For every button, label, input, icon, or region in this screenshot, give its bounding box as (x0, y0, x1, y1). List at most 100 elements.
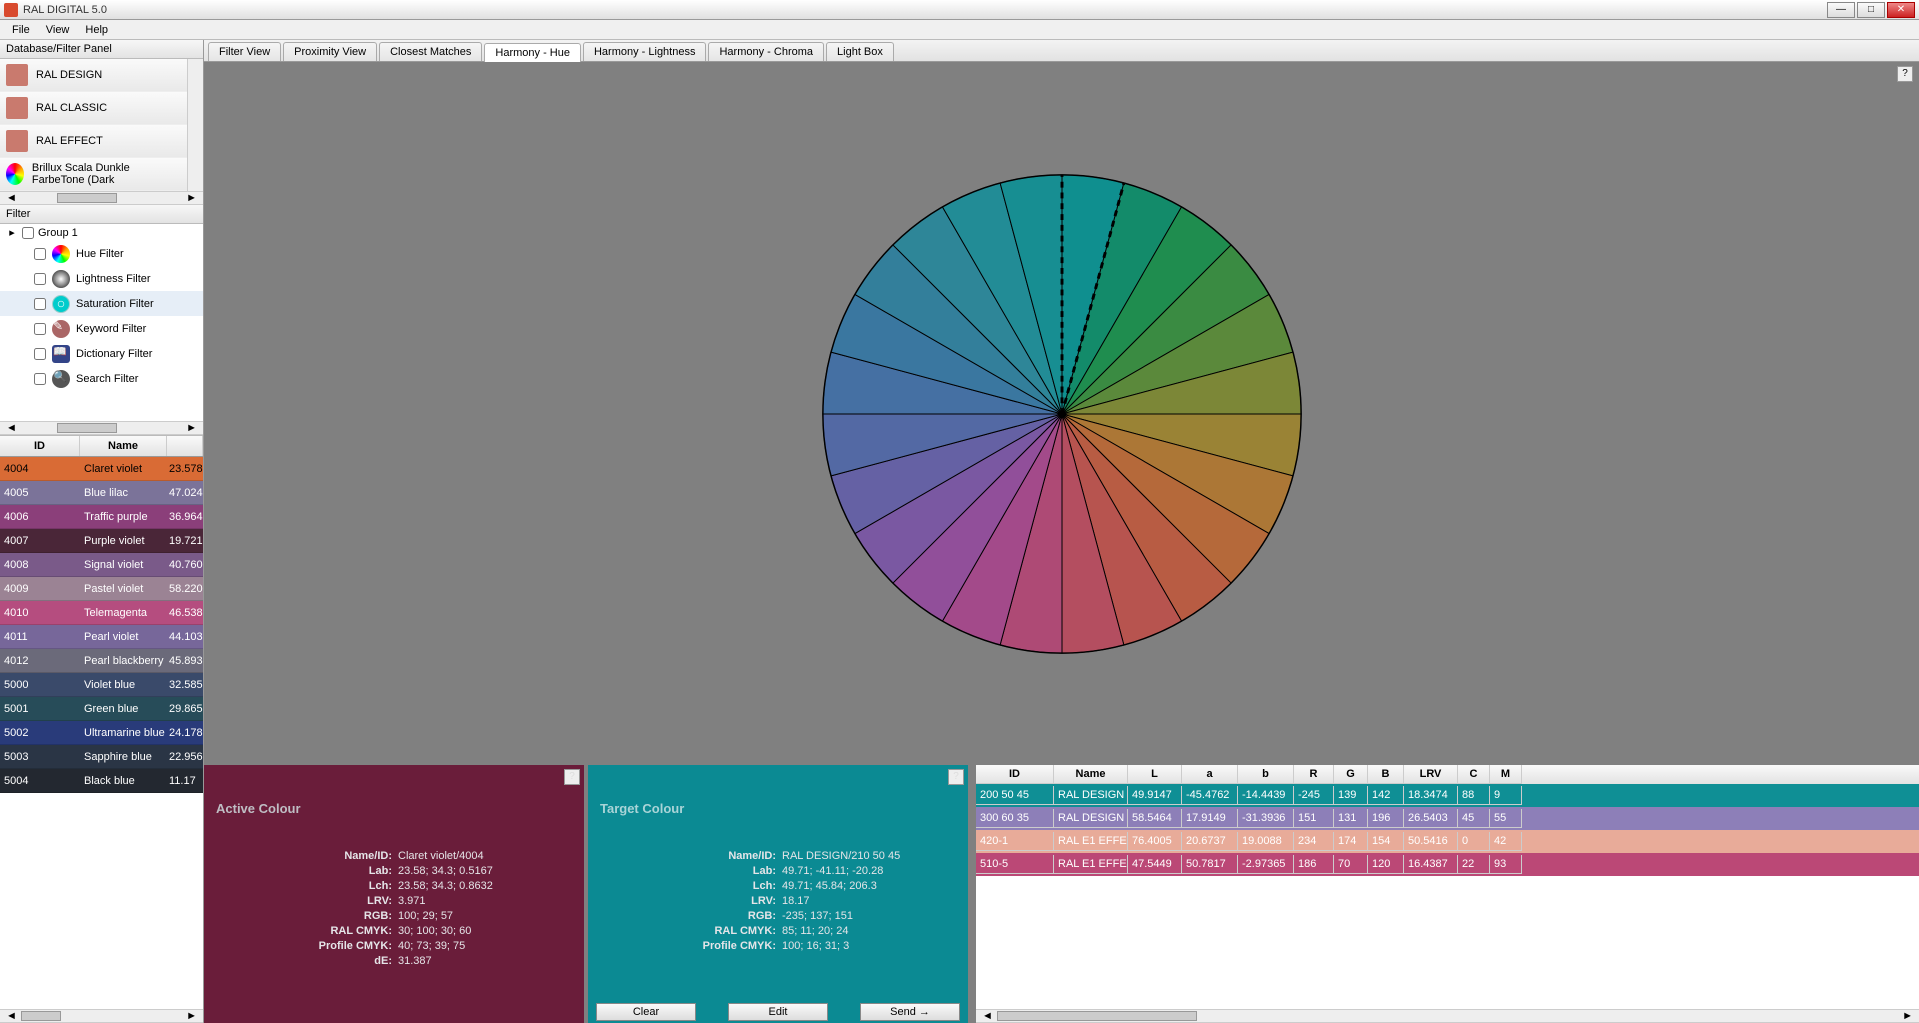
expand-icon[interactable]: ▸ (6, 226, 18, 239)
send-button[interactable]: Send → (860, 1003, 960, 1021)
colour-hscroll[interactable]: ◄► (0, 1009, 203, 1023)
table-row[interactable]: 4005Blue lilac47.024 (0, 481, 203, 505)
wheel-icon (6, 163, 24, 185)
table-row[interactable]: 5003Sapphire blue22.956 (0, 745, 203, 769)
th-a[interactable]: a (1182, 765, 1238, 784)
table-row[interactable]: 4010Telemagenta46.538 (0, 601, 203, 625)
tab-filter-view[interactable]: Filter View (208, 42, 281, 61)
table-row[interactable]: 4007Purple violet19.721 (0, 529, 203, 553)
kv-val: 23.58; 34.3; 0.8632 (398, 880, 493, 892)
table-row[interactable]: 5001Green blue29.865 (0, 697, 203, 721)
minimize-button[interactable]: — (1827, 2, 1855, 18)
filter-search[interactable]: Search Filter (0, 366, 203, 391)
swatch-icon (6, 97, 28, 119)
th-val[interactable] (167, 436, 203, 456)
tab-proximity-view[interactable]: Proximity View (283, 42, 377, 61)
table-row[interactable]: 5000Violet blue32.585 (0, 673, 203, 697)
db-ral-classic[interactable]: RAL CLASSIC (0, 92, 187, 125)
kv-val: 30; 100; 30; 60 (398, 925, 471, 937)
th-B[interactable]: B (1368, 765, 1404, 784)
result-hscroll[interactable]: ◄► (976, 1009, 1919, 1023)
filter-label: Hue Filter (76, 248, 124, 260)
th-ID[interactable]: ID (976, 765, 1054, 784)
key-icon (52, 320, 70, 338)
kv-key: RAL CMYK: (222, 925, 392, 937)
db-vscroll[interactable] (187, 59, 203, 191)
hue-wheel[interactable] (817, 169, 1307, 659)
table-row[interactable]: 4012Pearl blackberry45.893 (0, 649, 203, 673)
filter-checkbox[interactable] (34, 323, 46, 335)
filter-dict[interactable]: Dictionary Filter (0, 341, 203, 366)
table-row[interactable]: 4009Pastel violet58.220 (0, 577, 203, 601)
filter-hscroll[interactable]: ◄► (0, 421, 203, 435)
target-colour-panel: ? Target Colour Name/ID:RAL DESIGN/210 5… (588, 765, 968, 1023)
th-C[interactable]: C (1458, 765, 1490, 784)
target-colour-title: Target Colour (588, 765, 968, 816)
th-Name[interactable]: Name (1054, 765, 1128, 784)
tab-harmony-hue[interactable]: Harmony - Hue (484, 43, 581, 62)
tab-harmony-lightness[interactable]: Harmony - Lightness (583, 42, 707, 61)
filter-checkbox[interactable] (34, 373, 46, 385)
filter-hue[interactable]: Hue Filter (0, 241, 203, 266)
table-row[interactable]: 5002Ultramarine blue24.178 (0, 721, 203, 745)
table-row[interactable]: 300 60 35RAL DESIGN58.546417.9149-31.393… (976, 807, 1919, 830)
table-row[interactable]: 4008Signal violet40.760 (0, 553, 203, 577)
filter-checkbox[interactable] (34, 298, 46, 310)
th-LRV[interactable]: LRV (1404, 765, 1458, 784)
help-button[interactable]: ? (948, 769, 964, 785)
menu-view[interactable]: View (38, 22, 78, 38)
hue-wheel-area: ? (204, 62, 1919, 765)
db-ral-effect[interactable]: RAL EFFECT (0, 125, 187, 158)
kv-key: Lch: (222, 880, 392, 892)
active-colour-panel: ? Active Colour Name/ID:Claret violet/40… (204, 765, 584, 1023)
table-row[interactable]: 4006Traffic purple36.964 (0, 505, 203, 529)
help-button[interactable]: ? (1897, 66, 1913, 82)
table-row[interactable]: 4011Pearl violet44.103 (0, 625, 203, 649)
filter-key[interactable]: Keyword Filter (0, 316, 203, 341)
th-M[interactable]: M (1490, 765, 1522, 784)
sat-icon (52, 295, 70, 313)
search-icon (52, 370, 70, 388)
filter-checkbox[interactable] (34, 273, 46, 285)
clear-button[interactable]: Clear (596, 1003, 696, 1021)
db-filter-header: Database/Filter Panel (0, 40, 203, 59)
table-row[interactable]: 4004Claret violet23.578 (0, 457, 203, 481)
kv-val: 100; 16; 31; 3 (782, 940, 849, 952)
kv-key: Lab: (222, 865, 392, 877)
kv-key: Name/ID: (606, 850, 776, 862)
kv-val: 3.971 (398, 895, 426, 907)
close-button[interactable]: ✕ (1887, 2, 1915, 18)
filter-sat[interactable]: Saturation Filter (0, 291, 203, 316)
active-colour-title: Active Colour (204, 765, 584, 816)
kv-val: 49.71; 45.84; 206.3 (782, 880, 877, 892)
tab-closest-matches[interactable]: Closest Matches (379, 42, 482, 61)
filter-checkbox[interactable] (34, 348, 46, 360)
th-id[interactable]: ID (0, 436, 80, 456)
app-icon (4, 3, 18, 17)
table-row[interactable]: 420-1RAL E1 EFFECT76.400520.673719.00882… (976, 830, 1919, 853)
filter-checkbox[interactable] (34, 248, 46, 260)
menu-file[interactable]: File (4, 22, 38, 38)
th-b[interactable]: b (1238, 765, 1294, 784)
filter-light[interactable]: Lightness Filter (0, 266, 203, 291)
maximize-button[interactable]: □ (1857, 2, 1885, 18)
th-name[interactable]: Name (80, 436, 167, 456)
th-G[interactable]: G (1334, 765, 1368, 784)
kv-val: 85; 11; 20; 24 (782, 925, 848, 937)
db-hscroll[interactable]: ◄► (0, 191, 203, 205)
help-button[interactable]: ? (564, 769, 580, 785)
tab-harmony-chroma[interactable]: Harmony - Chroma (708, 42, 824, 61)
db-brillux[interactable]: Brillux Scala Dunkle FarbeTone (Dark (0, 158, 187, 191)
table-row[interactable]: 5004Black blue11.17 (0, 769, 203, 793)
db-ral-design[interactable]: RAL DESIGN (0, 59, 187, 92)
th-R[interactable]: R (1294, 765, 1334, 784)
table-row[interactable]: 510-5RAL E1 EFFECT47.544950.7817-2.97365… (976, 853, 1919, 876)
group-checkbox[interactable] (22, 227, 34, 239)
th-L[interactable]: L (1128, 765, 1182, 784)
filter-group[interactable]: ▸ Group 1 (0, 224, 203, 241)
tab-light-box[interactable]: Light Box (826, 42, 894, 61)
menu-help[interactable]: Help (77, 22, 116, 38)
table-row[interactable]: 200 50 45RAL DESIGN49.9147-45.4762-14.44… (976, 784, 1919, 807)
edit-button[interactable]: Edit (728, 1003, 828, 1021)
kv-val: Claret violet/4004 (398, 850, 484, 862)
